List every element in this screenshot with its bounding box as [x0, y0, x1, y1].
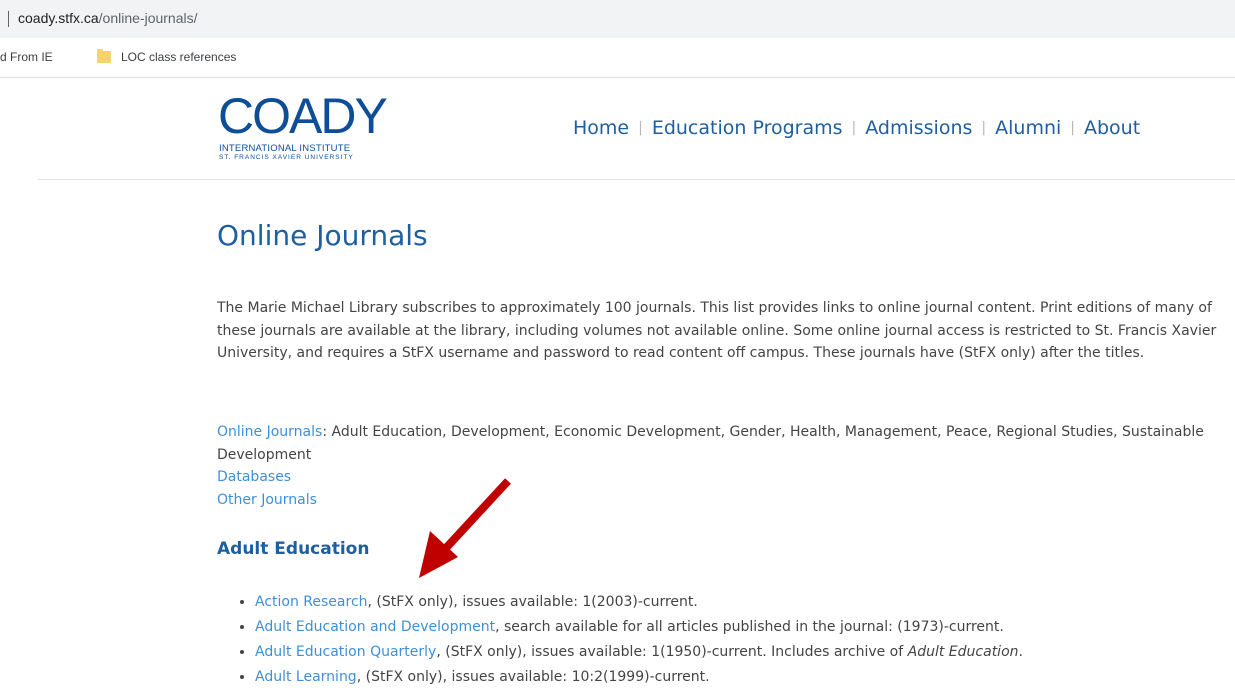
intro-paragraph: The Marie Michael Library subscribes to …: [217, 300, 1217, 361]
list-item: Action Research, (StFX only), issues ava…: [238, 591, 1228, 616]
url-path: /online-journals/: [98, 10, 198, 26]
list-item: Adult Education Quarterly, (StFX only), …: [238, 641, 1228, 666]
online-journals-link[interactable]: Online Journals: [217, 424, 322, 440]
nav-alumni[interactable]: Alumni: [995, 117, 1061, 139]
journal-details: , (StFX only), issues available: 1(1950)…: [436, 644, 772, 660]
main-nav: Home | Education Programs | Admissions | Alumn…: [573, 117, 1140, 139]
folder-icon: [97, 49, 111, 63]
logo-university: ST. FRANCIS XAVIER UNIVERSITY: [219, 154, 354, 161]
header-divider: [38, 179, 1235, 180]
online-journals-line: Online Journals: Adult Education, Develo…: [217, 421, 1217, 466]
nav-home[interactable]: Home: [573, 117, 629, 139]
journal-link-adult-education-quarterly[interactable]: Adult Education Quarterly: [255, 644, 436, 660]
page-title: Online Journals: [217, 219, 428, 252]
online-journals-topics: : Adult Education, Development, Economic…: [217, 424, 1204, 463]
url-host: coady.stfx.ca: [18, 10, 99, 26]
nav-separator: |: [981, 120, 987, 136]
nav-admissions[interactable]: Admissions: [865, 117, 972, 139]
journal-details: , (StFX only), issues available: 10:2(19…: [356, 669, 710, 685]
databases-link[interactable]: Databases: [217, 469, 291, 485]
logo-subtitle: INTERNATIONAL INSTITUTE: [219, 143, 351, 154]
journal-archive-suffix: .: [1018, 644, 1023, 660]
address-bar[interactable]: coady.stfx.ca/online-journals/: [0, 0, 1235, 38]
journal-link-adult-learning[interactable]: Adult Learning: [255, 669, 357, 685]
journal-archive-note: Includes archive of: [771, 644, 908, 660]
url-text[interactable]: coady.stfx.ca/online-journals/: [18, 10, 198, 26]
bookmark-from-ie[interactable]: d From IE: [0, 50, 53, 64]
list-item: Adult Education and Development, search …: [238, 616, 1228, 641]
nav-separator: |: [1070, 120, 1075, 136]
bookmark-loc-class-references[interactable]: LOC class references: [121, 50, 236, 64]
text-cursor: [8, 11, 9, 27]
section-title-adult-education: Adult Education: [217, 539, 370, 559]
logo-wordmark: COADY: [218, 88, 388, 144]
journal-details: , search available for all articles publ…: [495, 619, 1004, 635]
journal-archive-title: Adult Education: [907, 644, 1019, 660]
journal-category-links: Online Journals: Adult Education, Develo…: [217, 421, 1217, 511]
nav-about[interactable]: About: [1084, 117, 1140, 139]
journal-link-adult-education-and-development[interactable]: Adult Education and Development: [255, 619, 495, 635]
journal-details: , (StFX only), issues available: 1(2003)…: [367, 594, 698, 610]
journal-link-action-research[interactable]: Action Research: [255, 594, 368, 610]
coady-logo[interactable]: COADY INTERNATIONAL INSTITUTE ST. FRANCI…: [217, 88, 412, 173]
nav-education-programs[interactable]: Education Programs: [652, 117, 843, 139]
nav-separator: |: [851, 120, 857, 136]
bookmarks-bar: d From IE LOC class references: [0, 38, 1235, 78]
nav-separator: |: [638, 120, 643, 136]
list-item: Adult Learning, (StFX only), issues avai…: [238, 666, 1228, 691]
other-journals-link[interactable]: Other Journals: [217, 492, 317, 508]
journal-list: Action Research, (StFX only), issues ava…: [238, 591, 1228, 691]
